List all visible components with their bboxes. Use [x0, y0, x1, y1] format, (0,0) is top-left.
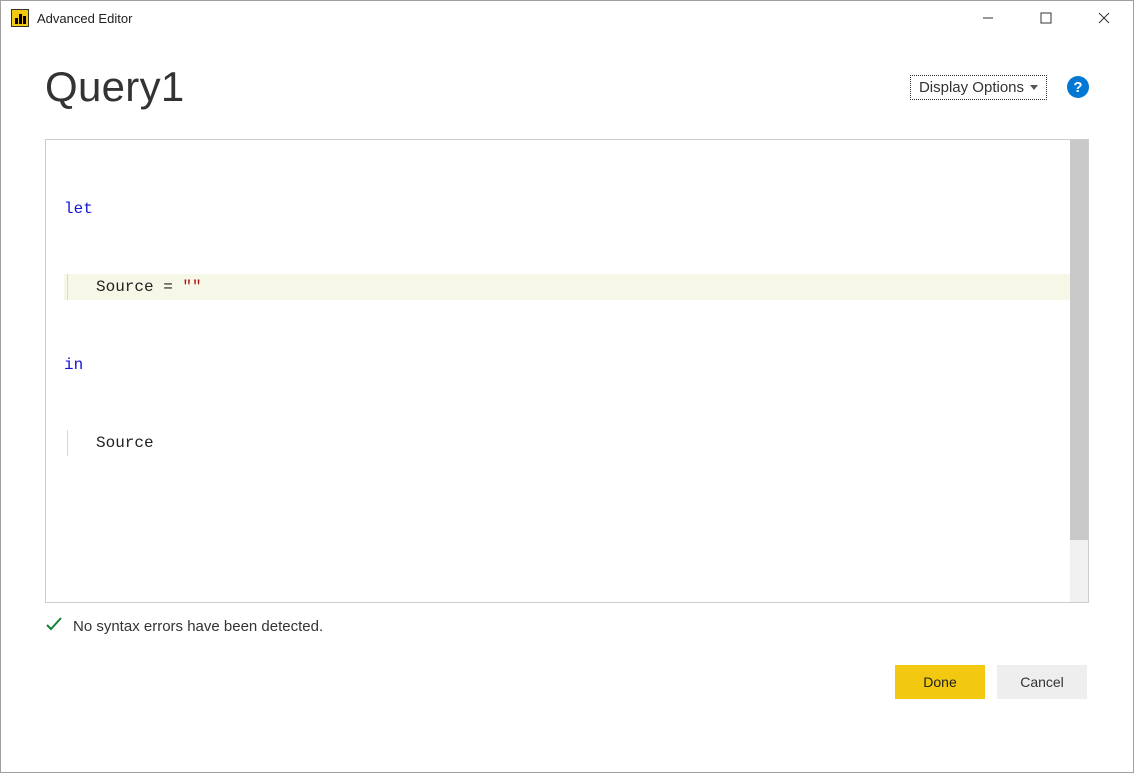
indent-guide: Source = "" [67, 274, 202, 300]
display-options-label: Display Options [919, 79, 1024, 96]
title-bar: Advanced Editor [1, 1, 1133, 35]
scrollbar-thumb[interactable] [1070, 140, 1088, 540]
minimize-icon [982, 12, 994, 24]
indent-guide: Source [67, 430, 154, 456]
close-button[interactable] [1075, 1, 1133, 35]
status-bar: No syntax errors have been detected. [45, 615, 1089, 665]
footer-buttons: Done Cancel [45, 665, 1089, 699]
help-button[interactable]: ? [1067, 76, 1089, 98]
cancel-button[interactable]: Cancel [997, 665, 1087, 699]
window-controls [959, 1, 1133, 35]
keyword-in: in [64, 352, 83, 378]
header-row: Query1 Display Options ? [45, 63, 1089, 111]
window-title: Advanced Editor [37, 11, 132, 26]
code-editor[interactable]: let Source = "" in Source [45, 139, 1089, 603]
chevron-down-icon [1030, 85, 1038, 90]
code-line: let [64, 196, 1070, 222]
keyword-let: let [64, 196, 93, 222]
code-text: Source [96, 434, 154, 452]
header-right: Display Options ? [910, 75, 1089, 100]
maximize-icon [1040, 12, 1052, 24]
page-title: Query1 [45, 63, 185, 111]
editor-gutter [46, 140, 60, 602]
display-options-dropdown[interactable]: Display Options [910, 75, 1047, 100]
status-message: No syntax errors have been detected. [73, 618, 323, 635]
vertical-scrollbar[interactable] [1070, 140, 1088, 602]
code-text: Source = [96, 278, 182, 296]
app-icon [11, 9, 29, 27]
check-icon [45, 615, 63, 637]
string-literal: "" [182, 278, 201, 296]
minimize-button[interactable] [959, 1, 1017, 35]
content-area: Query1 Display Options ? let Source = ""… [1, 35, 1133, 719]
code-line: Source [64, 430, 1070, 456]
help-icon: ? [1073, 79, 1082, 96]
code-line: in [64, 352, 1070, 378]
close-icon [1098, 12, 1110, 24]
editor-area[interactable]: let Source = "" in Source [60, 140, 1070, 602]
code-line: Source = "" [64, 274, 1070, 300]
done-button[interactable]: Done [895, 665, 985, 699]
maximize-button[interactable] [1017, 1, 1075, 35]
